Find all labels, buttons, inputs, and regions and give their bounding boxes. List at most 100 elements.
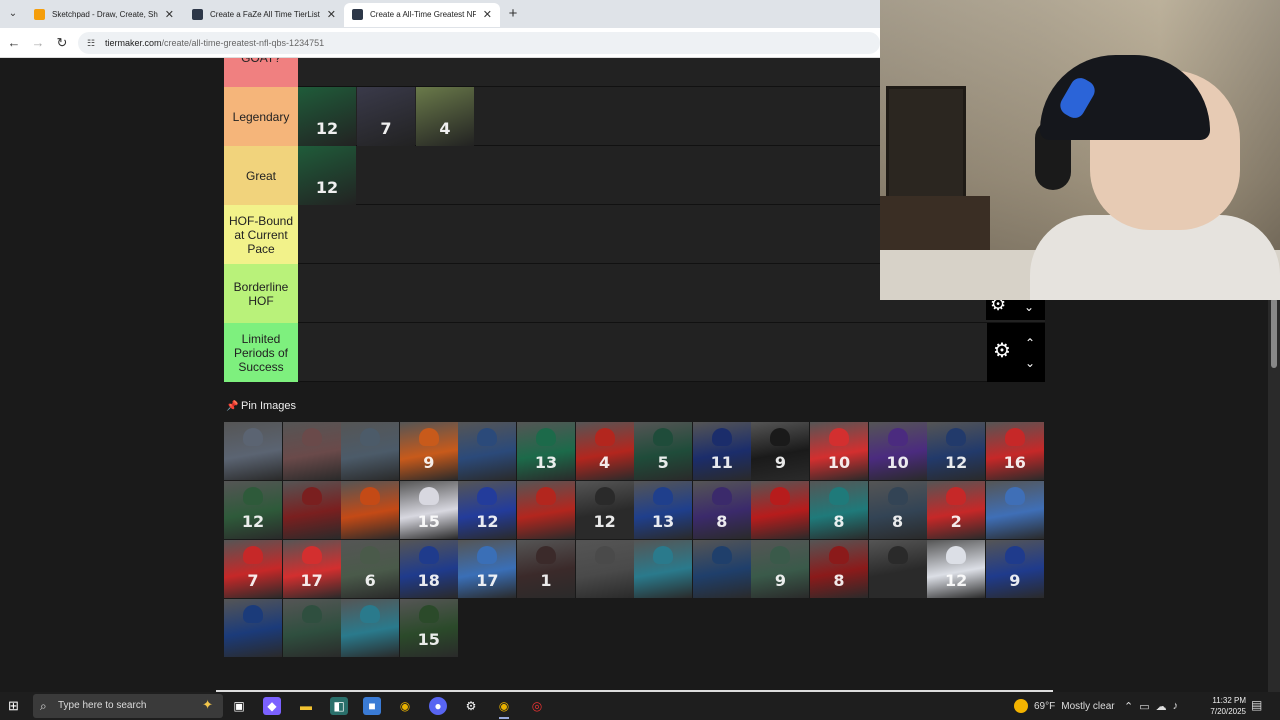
player-tile[interactable]: 18 bbox=[399, 540, 458, 598]
tier-label[interactable]: GOAT? bbox=[224, 58, 298, 87]
store-icon[interactable]: ■ bbox=[363, 697, 381, 715]
chevron-up-icon[interactable]: ⌃ bbox=[1124, 700, 1133, 713]
player-tile[interactable] bbox=[282, 599, 341, 657]
player-tile[interactable]: 15 bbox=[399, 599, 458, 657]
scrollbar-thumb[interactable] bbox=[1271, 298, 1277, 368]
player-tile[interactable] bbox=[341, 422, 400, 480]
player-tile[interactable]: 9 bbox=[751, 540, 810, 598]
player-tile[interactable]: 10 bbox=[868, 422, 927, 480]
close-tab-icon[interactable]: ✕ bbox=[327, 3, 336, 27]
back-icon[interactable]: ← bbox=[5, 34, 23, 52]
close-tab-icon[interactable]: ✕ bbox=[483, 3, 492, 27]
app-icon[interactable]: ◧ bbox=[330, 697, 348, 715]
pin-images-toggle[interactable]: 📌 Pin Images bbox=[226, 400, 296, 412]
file-explorer-icon[interactable]: ▬ bbox=[297, 697, 315, 715]
task-view-icon[interactable]: ▣ bbox=[230, 697, 248, 715]
player-tile[interactable]: 8 bbox=[868, 481, 927, 539]
volume-icon[interactable]: ♪ bbox=[1173, 700, 1179, 712]
url-field[interactable]: ☷ tiermaker.com/create/all-time-greatest… bbox=[78, 32, 880, 54]
copilot-icon[interactable]: ◆ bbox=[263, 697, 281, 715]
player-tile[interactable]: 12 bbox=[927, 422, 986, 480]
player-tile[interactable]: 12 bbox=[298, 146, 356, 205]
player-tile[interactable]: 9 bbox=[399, 422, 458, 480]
clock[interactable]: 11:32 PM 7/20/2025 bbox=[1200, 695, 1246, 717]
forward-icon[interactable]: → bbox=[29, 34, 47, 52]
player-tile[interactable]: 12 bbox=[458, 481, 517, 539]
player-tile[interactable]: 9 bbox=[985, 540, 1044, 598]
tier-label[interactable]: Legendary bbox=[224, 87, 298, 146]
obs-icon[interactable]: ◎ bbox=[528, 697, 546, 715]
player-tile[interactable]: 13 bbox=[517, 422, 575, 480]
jersey-number: 10 bbox=[827, 453, 851, 472]
player-tile[interactable]: 12 bbox=[575, 481, 634, 539]
player-tile[interactable]: 2 bbox=[927, 481, 986, 539]
tier-label[interactable]: Limited Periods of Success bbox=[224, 323, 298, 382]
tier-label[interactable]: HOF-Bound at Current Pace bbox=[224, 205, 298, 264]
player-tile[interactable] bbox=[458, 422, 517, 480]
tier-label[interactable]: Great bbox=[224, 146, 298, 205]
player-tile[interactable]: 17 bbox=[458, 540, 517, 598]
new-tab-button[interactable]: + bbox=[505, 4, 521, 24]
player-tile[interactable]: 15 bbox=[399, 481, 458, 539]
pin-icon: 📌 bbox=[226, 400, 239, 412]
player-tile[interactable] bbox=[575, 540, 634, 598]
player-tile[interactable]: 5 bbox=[634, 422, 693, 480]
player-tile[interactable] bbox=[868, 540, 927, 598]
player-tile[interactable] bbox=[341, 481, 400, 539]
player-tile[interactable]: 16 bbox=[985, 422, 1044, 480]
player-tile[interactable] bbox=[517, 481, 575, 539]
player-tile[interactable]: 1 bbox=[517, 540, 575, 598]
player-tile[interactable] bbox=[985, 481, 1044, 539]
player-tile[interactable] bbox=[224, 422, 282, 480]
webcam-mirror bbox=[886, 86, 966, 206]
chevron-down-icon[interactable]: ⌄ bbox=[1023, 357, 1037, 369]
player-tile[interactable] bbox=[751, 481, 810, 539]
player-tile[interactable]: 7 bbox=[357, 87, 415, 146]
tier-label[interactable]: Borderline HOF bbox=[224, 264, 298, 323]
player-tile[interactable]: 17 bbox=[282, 540, 341, 598]
player-tile[interactable]: 8 bbox=[810, 540, 868, 598]
weather-widget[interactable]: 69°F Mostly clear bbox=[1014, 692, 1115, 720]
reload-icon[interactable]: ↻ bbox=[53, 34, 71, 52]
player-tile[interactable]: 12 bbox=[224, 481, 282, 539]
player-tile[interactable] bbox=[634, 540, 693, 598]
player-tile[interactable]: 9 bbox=[751, 422, 810, 480]
site-info-icon[interactable]: ☷ bbox=[87, 37, 99, 49]
tier-drop-zone[interactable] bbox=[298, 323, 1045, 382]
discord-icon[interactable]: ● bbox=[429, 697, 447, 715]
player-tile[interactable]: 8 bbox=[810, 481, 868, 539]
tab-sketchpad[interactable]: Sketchpad - Draw, Create, Share ✕ bbox=[26, 3, 182, 27]
close-tab-icon[interactable]: ✕ bbox=[165, 3, 174, 27]
tab-search-icon[interactable]: ⌄ bbox=[5, 6, 21, 22]
player-tile[interactable]: 10 bbox=[810, 422, 868, 480]
chrome-active-icon[interactable]: ◉ bbox=[495, 697, 513, 719]
player-tile[interactable]: 7 bbox=[224, 540, 282, 598]
windows-start-icon[interactable]: ⊞ bbox=[8, 699, 22, 713]
network-icon[interactable]: ▭ bbox=[1139, 700, 1149, 713]
player-tile[interactable] bbox=[341, 599, 400, 657]
notifications-icon[interactable]: ▤ bbox=[1251, 698, 1262, 712]
settings-gear-icon[interactable]: ⚙ bbox=[462, 697, 480, 715]
player-tile[interactable]: 11 bbox=[692, 422, 751, 480]
chevron-up-icon[interactable]: ⌃ bbox=[1023, 337, 1037, 349]
player-tile[interactable] bbox=[282, 481, 341, 539]
gear-icon[interactable]: ⚙ bbox=[993, 341, 1011, 361]
onedrive-icon[interactable]: ☁ bbox=[1156, 700, 1167, 713]
player-tile[interactable] bbox=[224, 599, 282, 657]
tab-faze-tierlist[interactable]: Create a FaZe All Time TierList ✕ bbox=[184, 3, 344, 27]
player-tile[interactable] bbox=[282, 422, 341, 480]
player-tile[interactable]: 6 bbox=[341, 540, 400, 598]
taskbar-search[interactable]: ⌕ Type here to search ✦ bbox=[33, 694, 223, 718]
tab-nfl-qbs[interactable]: Create a All-Time Greatest NFL ✕ bbox=[344, 3, 500, 27]
player-tile[interactable]: 8 bbox=[692, 481, 751, 539]
row-controls-partial[interactable]: ⚙ ⌄ bbox=[986, 294, 1045, 320]
player-tile[interactable]: 12 bbox=[298, 87, 356, 146]
player-tile[interactable]: 13 bbox=[634, 481, 693, 539]
chrome-icon[interactable]: ◉ bbox=[396, 697, 414, 715]
player-tile[interactable]: 4 bbox=[416, 87, 474, 146]
chevron-down-icon[interactable]: ⌄ bbox=[1024, 300, 1034, 314]
player-tile[interactable]: 4 bbox=[575, 422, 634, 480]
player-tile[interactable]: 12 bbox=[927, 540, 986, 598]
copilot-sparkle-icon[interactable]: ✦ bbox=[202, 697, 213, 713]
player-tile[interactable] bbox=[692, 540, 751, 598]
